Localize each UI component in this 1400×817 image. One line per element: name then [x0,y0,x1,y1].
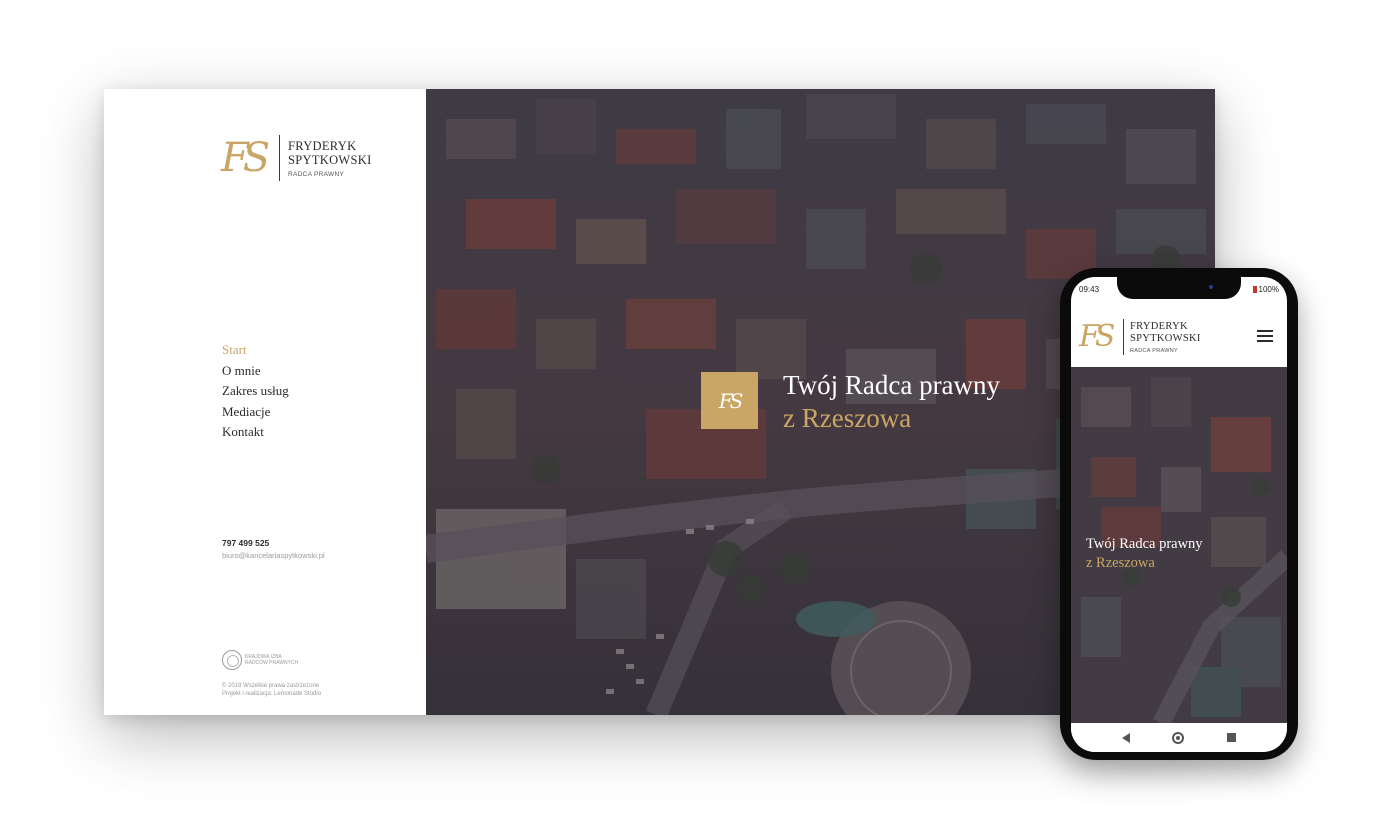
copyright-text: © 2018 Wszelkie prawa zastrzeżone [222,683,320,689]
kirp-line2: RADCÓW PRAWNYCH [245,660,299,666]
nav-item-o-mnie[interactable]: O mnie [222,361,289,382]
mobile-hero-title: Twój Radca prawny z Rzeszowa [1086,535,1203,573]
back-icon[interactable] [1122,732,1131,743]
mobile-logo-text: FRYDERYK SPYTKOWSKI RADCA PRAWNY [1130,321,1201,354]
hero-title-line2: z Rzeszowa [783,403,912,433]
main-nav: Start O mnie Zakres usług Mediacje Konta… [222,340,289,443]
phone-screen: 09:43 100% FS FRYDERYK SPYTKOWSKI RADCA … [1071,277,1287,752]
logo-subtitle: RADCA PRAWNY [288,170,345,178]
mobile-logo-subtitle: RADCA PRAWNY [1130,347,1179,354]
battery-level: 100% [1258,285,1279,294]
desktop-mockup: FS FRYDERYK SPYTKOWSKI RADCA PRAWNY Star… [104,89,1215,715]
mobile-logo[interactable]: FS FRYDERYK SPYTKOWSKI RADCA PRAWNY [1079,319,1201,355]
home-icon[interactable] [1172,731,1185,744]
mobile-hero-title-line2: z Rzeszowa [1086,555,1155,571]
phone-number[interactable]: 797 499 525 [222,538,325,548]
camera-icon [1209,285,1213,289]
logo-monogram: FS [221,135,270,181]
battery-icon [1252,286,1257,293]
email-link[interactable]: biuro@kancelariaspytkowski.pl [222,551,325,560]
mobile-logo-monogram: FS [1079,319,1115,354]
mobile-logo-name-last: SPYTKOWSKI [1130,332,1201,344]
mobile-logo-name-first: FRYDERYK [1130,320,1188,332]
logo[interactable]: FS FRYDERYK SPYTKOWSKI RADCA PRAWNY [221,135,372,181]
hero-monogram-badge: FS [701,372,758,429]
kirp-logo[interactable]: KRAJOWA IZBA RADCÓW PRAWNYCH [222,650,305,670]
hero-title-line1: Twój Radca prawny [783,370,1001,400]
contact-info: 797 499 525 biuro@kancelariaspytkowski.p… [222,538,325,560]
nav-item-start[interactable]: Start [222,340,289,361]
nav-item-zakres-uslug[interactable]: Zakres usług [222,381,289,402]
kirp-text: KRAJOWA IZBA RADCÓW PRAWNYCH [245,654,305,666]
nav-item-kontakt[interactable]: Kontakt [222,422,289,443]
footer: © 2018 Wszelkie prawa zastrzeżone Projek… [222,682,321,698]
hamburger-line [1257,330,1273,332]
logo-name-last: SPYTKOWSKI [288,152,372,167]
mobile-hero: Twój Radca prawny z Rzeszowa [1071,367,1287,723]
phone-mockup: 09:43 100% FS FRYDERYK SPYTKOWSKI RADCA … [1060,268,1298,760]
credits-text: Projekt i realizacja: Lemonade Studio [222,691,322,697]
hero-title: Twój Radca prawny z Rzeszowa [783,369,1000,435]
mobile-header: FS FRYDERYK SPYTKOWSKI RADCA PRAWNY [1071,305,1287,365]
android-nav-bar [1071,723,1287,752]
phone-notch [1117,277,1241,299]
status-time: 09:43 [1079,285,1100,294]
logo-text: FRYDERYK SPYTKOWSKI RADCA PRAWNY [288,139,372,178]
hamburger-line [1257,335,1273,337]
badge-monogram: FS [718,388,744,413]
status-battery: 100% [1252,285,1279,294]
recent-apps-icon[interactable] [1226,733,1236,742]
mobile-logo-divider [1123,319,1124,355]
mobile-hero-title-line1: Twój Radca prawny [1086,536,1203,552]
nav-item-mediacje[interactable]: Mediacje [222,402,289,423]
logo-name-first: FRYDERYK [288,138,357,153]
sidebar: FS FRYDERYK SPYTKOWSKI RADCA PRAWNY Star… [104,89,426,715]
logo-divider [279,135,280,181]
kirp-seal-icon [222,650,242,670]
hamburger-line [1257,340,1273,342]
hamburger-icon[interactable] [1257,330,1273,342]
